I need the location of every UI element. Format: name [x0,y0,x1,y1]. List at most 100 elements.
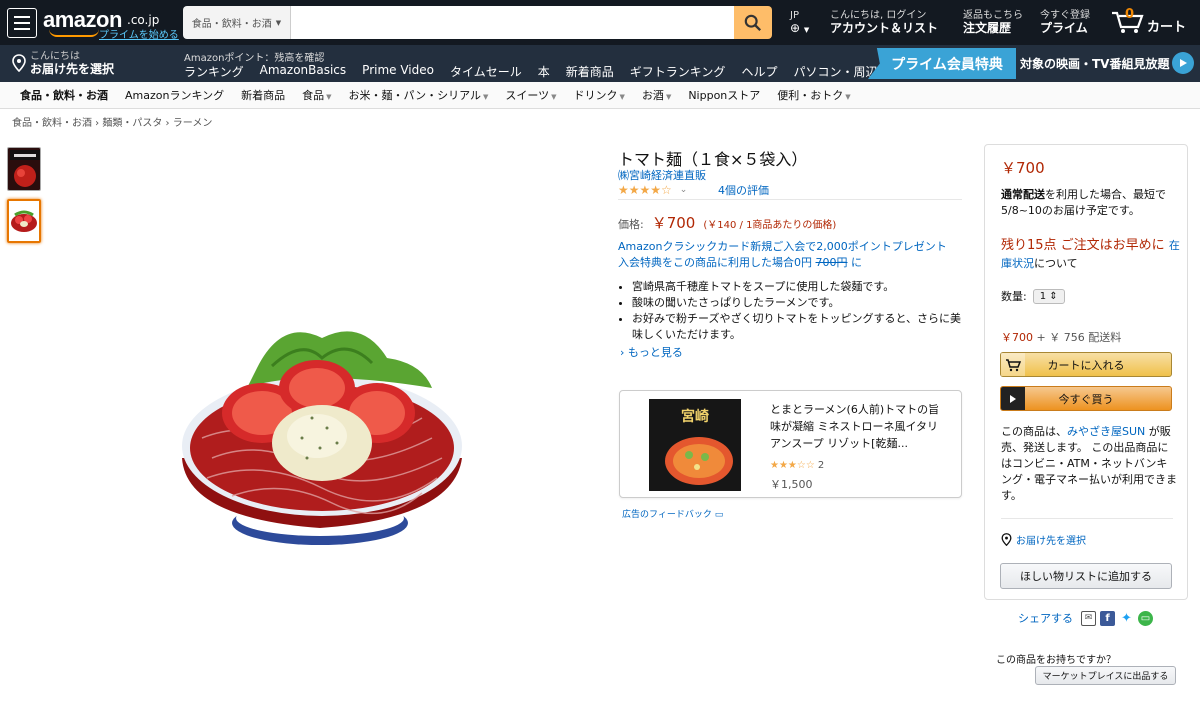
subnav-item[interactable]: Nipponストア [688,87,760,103]
stock-status: 残り15点 ご注文はお早めに 在庫状況について [1001,237,1185,273]
package-thumbnail-image [8,148,40,190]
sponsored-ad-card[interactable]: 宮崎 とまとラーメン(6人前)トマトの旨味が凝縮 ミネストローネ風イタリアンスー… [619,390,962,498]
play-icon[interactable] [1172,52,1194,74]
quantity-value: 1 [1039,290,1047,302]
account-label: アカウント＆リスト [830,21,939,35]
nav-link[interactable]: AmazonBasics [260,63,347,80]
subnav-item[interactable]: Amazonランキング [125,87,224,103]
price-row: 価格: ￥700 (￥140 / 1商品あたりの価格) [618,212,836,233]
subnav-label: 食品 [302,89,325,102]
share-bar: シェアする ✉ f ✦ ▭ [1018,610,1153,626]
subnav-label: 便利・おトク [777,89,844,102]
deliver-hello: こんにちは [30,51,80,62]
card-promotion[interactable]: Amazonクラシックカード新規ご入会で2,000ポイントプレゼント 入会特典を… [618,239,947,271]
promo-line: 入会特典をこの商品に利用した場合0円 700円 に [618,255,947,271]
nav-link[interactable]: ヘルプ [741,63,777,80]
subnav-item-dropdown[interactable]: お米・麺・パン・シリアル ▼ [349,87,489,103]
feature-bullets: 宮崎県高千穂産トマトをスープに使用した袋麺です。 酸味の聞いたさっぱりしたラーメ… [632,279,962,343]
star-rating-icon: ★★★☆☆ [770,460,815,471]
subnav-item-dropdown[interactable]: お酒 ▼ [642,87,671,103]
prime-label: プライム [1040,21,1088,35]
nav-link[interactable]: 本 [538,63,550,80]
search-category-select[interactable]: 食品・飲料・お酒 ▼ [183,6,291,39]
buy-box: ￥700 通常配送を利用した場合、最短で5/8~10のお届け予定です。 残り15… [984,144,1188,600]
cart-button[interactable]: 0 カート [1111,7,1186,35]
nav-link[interactable]: タイムセール [450,63,522,80]
twitter-icon[interactable]: ✦ [1119,610,1134,626]
search-button[interactable] [734,6,772,39]
product-thumbnail-selected[interactable] [7,199,41,243]
amazon-logo[interactable]: amazon .co.jp プライムを始める [43,5,179,41]
ad-feedback-label: 広告のフィードバック [622,510,712,520]
orders-top: 返品もこちら [963,10,1023,21]
buy-now-label: 今すぐ買う [1058,392,1114,406]
review-count-link[interactable]: 4個の評価 [718,182,769,198]
search-input[interactable] [291,6,734,39]
star-rating-icon: ★★★★☆ [618,183,672,197]
add-to-cart-label: カートに入れる [1047,358,1125,372]
delivery-bold: 通常配送 [1001,188,1045,201]
nav-link[interactable]: 新着商品 [566,63,614,80]
prime-signup-link[interactable]: プライムを始める [99,26,179,41]
sell-on-marketplace-button[interactable]: マーケットプレイスに出品する [1035,666,1176,685]
add-to-wishlist-button[interactable]: ほしい物リストに追加する [1000,563,1172,589]
logo-tld: .co.jp [127,12,160,27]
nav-link[interactable]: ランキング [184,63,244,80]
subnav-item-dropdown[interactable]: 便利・おトク ▼ [777,87,850,103]
address-selector[interactable]: お届け先を選択 [1001,532,1086,547]
buy-now-button[interactable]: 今すぐ買う [1000,386,1172,411]
ramen-package-image: 宮崎 [649,399,741,491]
language-selector[interactable]: JP ⊕ ▼ [790,9,809,37]
promo-text[interactable]: 対象の映画・TV番組見放題 [1020,55,1169,72]
facebook-icon[interactable]: f [1100,610,1115,626]
cart-count: 0 [1124,7,1135,22]
account-greeting: こんにちは, ログイン [830,10,927,21]
brand-link[interactable]: ㈱宮崎経済連直販 [618,167,706,183]
updown-icon: ⇕ [1049,290,1058,302]
ad-title[interactable]: とまとラーメン(6人前)トマトの旨味が凝縮 ミネストローネ風イタリアンスープ リ… [770,401,940,452]
address-link: お届け先を選択 [1016,536,1086,547]
chevron-down-icon: ▼ [326,93,332,101]
product-main-image[interactable] [172,318,472,553]
subnav-item[interactable]: 新着商品 [241,87,285,103]
deliver-to-button[interactable]: こんにちは お届け先を選択 [12,51,114,75]
quantity-select[interactable]: 1 ⇕ [1032,288,1065,304]
subnav-item-dropdown[interactable]: 食品 ▼ [302,87,331,103]
hamburger-menu-button[interactable] [7,7,37,38]
speech-bubble-icon: ▭ [714,510,724,520]
nav-bar: こんにちは お届け先を選択 Amazonポイント：残高を確認 ランキング Amaz… [0,45,1200,82]
nav-link[interactable]: Prime Video [362,63,434,80]
subnav-item-dropdown[interactable]: スイーツ ▼ [505,87,556,103]
quantity-control: 数量: 1 ⇕ [1001,288,1065,304]
orders-link[interactable]: 返品もこちら 注文履歴 [963,9,1023,35]
cart-icon [1001,353,1025,376]
promo-tail: に [851,256,862,269]
nav-link[interactable]: ギフトランキング [630,63,726,80]
ad-rating: ★★★☆☆ 2 [770,460,824,471]
points-link[interactable]: Amazonポイント：残高を確認 [184,49,324,64]
search-icon [744,14,762,31]
prime-top: 今すぐ登録 [1040,10,1090,21]
subnav-label: お酒 [641,89,664,102]
ad-feedback-link[interactable]: 広告のフィードバック ▭ [622,507,723,520]
subnav-item-dropdown[interactable]: ドリンク ▼ [574,87,625,103]
top-header: amazon .co.jp プライムを始める 食品・飲料・お酒 ▼ JP ⊕ ▼ … [0,0,1200,45]
unit-price: (￥140 / 1商品あたりの価格) [703,220,837,231]
line-icon[interactable]: ▭ [1138,610,1153,626]
subnav-item[interactable]: 食品・飲料・お酒 [20,87,108,103]
account-menu[interactable]: こんにちは, ログイン アカウント＆リスト [830,9,938,35]
product-thumbnail[interactable] [7,147,41,191]
nav-links: ランキング AmazonBasics Prime Video タイムセール 本 … [184,63,901,80]
rating-stars[interactable]: ★★★★☆ ⌄ [618,183,687,197]
add-to-cart-button[interactable]: カートに入れる [1000,352,1172,377]
email-icon[interactable]: ✉ [1081,610,1096,626]
prime-banner[interactable]: プライム会員特典 [868,48,1016,79]
see-more-link[interactable]: › もっと見る [620,344,683,360]
prime-menu[interactable]: 今すぐ登録 プライム [1040,9,1090,35]
chevron-down-icon: ▼ [665,93,672,101]
bowl-thumbnail-image [9,201,39,241]
breadcrumb[interactable]: 食品・飲料・お酒 › 麺類・パスタ › ラーメン [12,114,212,129]
subnav-label: お米・麺・パン・シリアル [348,89,481,102]
seller-link[interactable]: みやざき屋SUN [1067,425,1145,438]
ad-product-image[interactable]: 宮崎 [649,399,741,491]
